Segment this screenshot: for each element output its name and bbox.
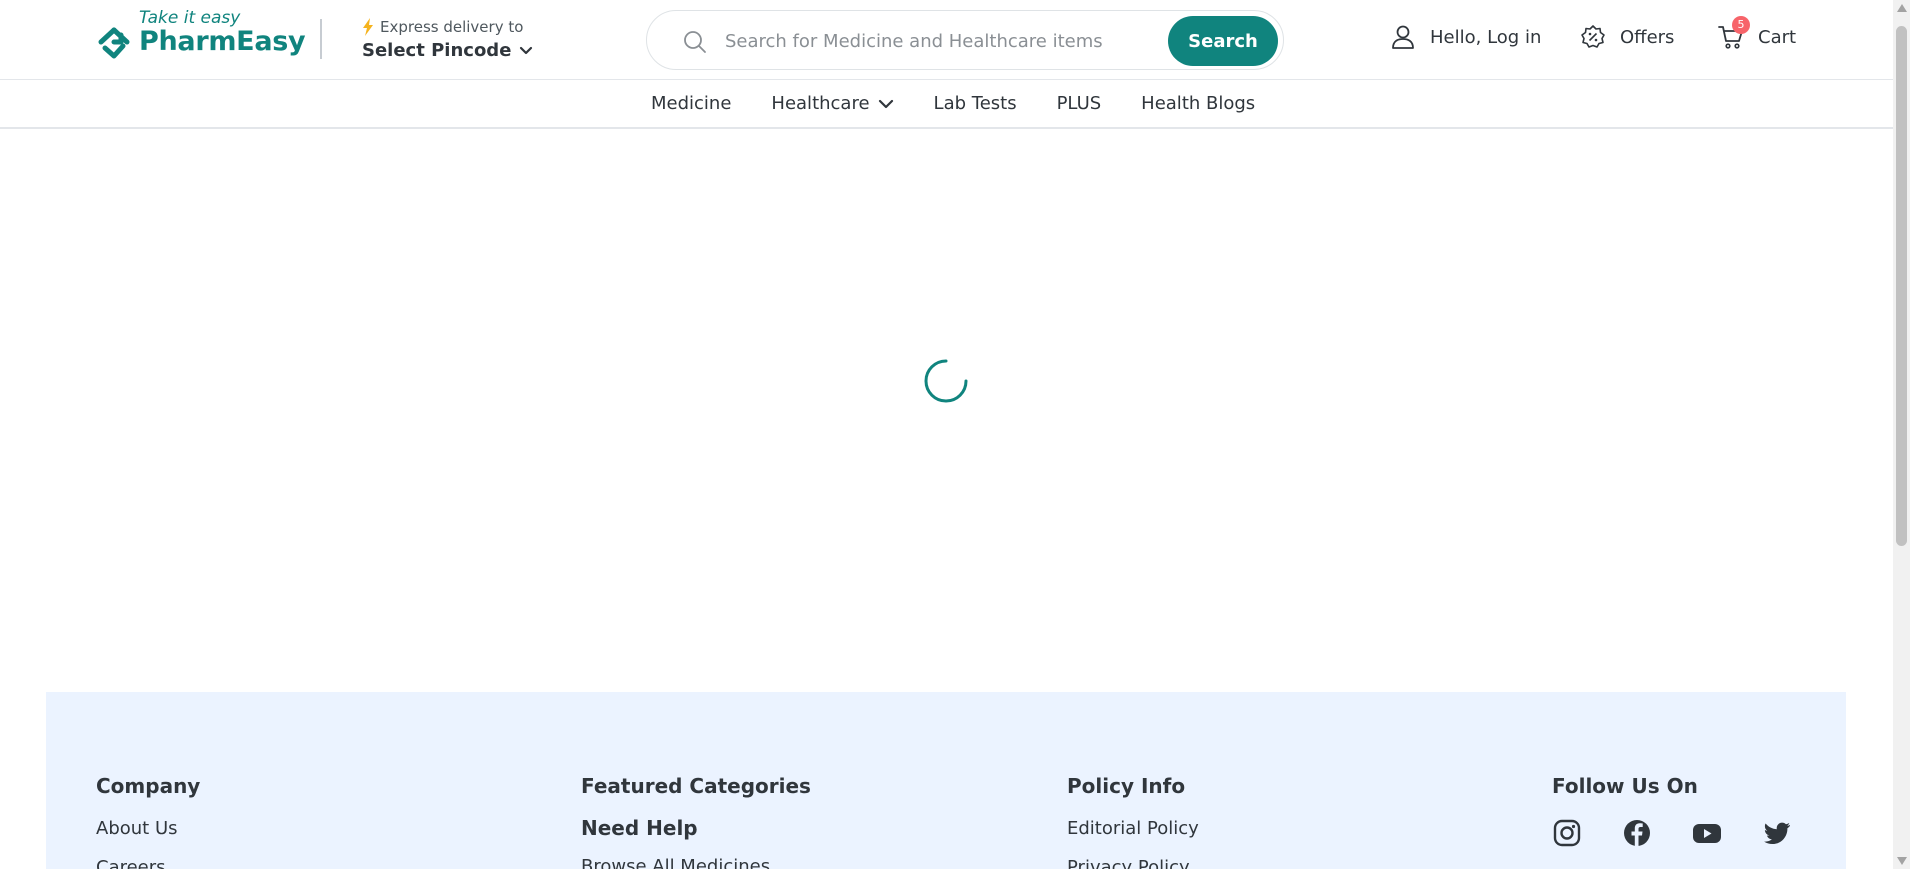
scroll-up-arrow-icon[interactable] [1897, 4, 1907, 12]
footer-heading[interactable]: Featured Categories [581, 774, 811, 798]
social-icons [1552, 818, 1792, 848]
scroll-thumb[interactable] [1896, 26, 1907, 546]
search-input[interactable] [725, 25, 1145, 57]
delivery-label: Express delivery to [380, 18, 524, 36]
nav-item-label: Medicine [651, 93, 732, 114]
footer-policy: Policy Info Editorial Policy Privacy Pol… [1067, 774, 1199, 869]
site-header: Take it easy PharmEasy Express delivery … [0, 0, 1893, 80]
pincode-label: Select Pincode [362, 40, 512, 61]
facebook-icon[interactable] [1622, 818, 1652, 848]
logo-tagline: Take it easy [139, 8, 241, 28]
logo-name: PharmEasy [139, 26, 306, 57]
nav-item-label: Lab Tests [933, 93, 1017, 114]
nav-items: Medicine Healthcare Lab Tests PLUS Healt… [651, 93, 1255, 114]
login-button[interactable]: Hello, Log in [1390, 24, 1541, 50]
youtube-icon[interactable] [1692, 818, 1722, 848]
user-icon [1392, 25, 1414, 49]
loading-spinner-icon [924, 359, 968, 403]
pharmeasy-logo[interactable]: Take it easy PharmEasy [95, 8, 306, 64]
nav-item-healthcare[interactable]: Healthcare [771, 93, 893, 114]
footer-heading: Company [96, 774, 201, 798]
footer-featured: Featured Categories Need Help Browse All… [581, 774, 811, 869]
site-footer: Company About Us Careers Featured Catego… [46, 692, 1846, 869]
footer-link-editorial-policy[interactable]: Editorial Policy [1067, 818, 1199, 839]
nav-item-medicine[interactable]: Medicine [651, 93, 731, 114]
cart-label: Cart [1758, 26, 1797, 48]
search-bar: Search [646, 10, 1284, 70]
bolt-icon [363, 18, 373, 36]
main-nav: Medicine Healthcare Lab Tests PLUS Healt… [0, 80, 1893, 129]
chevron-down-icon [520, 46, 533, 54]
delivery-selector[interactable]: Express delivery to Select Pincode [362, 18, 533, 61]
login-label: Hello, Log in [1430, 26, 1542, 48]
select-pincode-button[interactable]: Select Pincode [362, 40, 533, 61]
scroll-down-arrow-icon[interactable] [1897, 857, 1907, 865]
instagram-icon[interactable] [1552, 818, 1582, 848]
header-divider [320, 19, 322, 59]
offers-label: Offers [1620, 26, 1675, 48]
chevron-down-icon [878, 99, 893, 108]
nav-item-label: Healthcare [771, 93, 870, 114]
delivery-label-row: Express delivery to [362, 18, 533, 36]
footer-link-browse-medicines[interactable]: Browse All Medicines [581, 856, 811, 869]
footer-heading-need-help[interactable]: Need Help [581, 816, 811, 840]
cart-count-badge: 5 [1732, 16, 1750, 34]
logo-mark-icon [98, 27, 130, 59]
cart-icon-wrap: 5 [1718, 16, 1750, 50]
search-icon [684, 31, 706, 53]
offers-button[interactable]: Offers [1580, 24, 1674, 50]
footer-link-privacy-policy[interactable]: Privacy Policy [1067, 857, 1199, 869]
footer-follow: Follow Us On [1552, 774, 1792, 848]
footer-company: Company About Us Careers [96, 774, 200, 869]
footer-link-careers[interactable]: Careers [96, 857, 200, 869]
footer-heading: Follow Us On [1552, 774, 1698, 798]
footer-link-about-us[interactable]: About Us [96, 818, 200, 839]
twitter-icon[interactable] [1762, 818, 1792, 848]
nav-item-plus[interactable]: PLUS [1057, 93, 1102, 114]
nav-item-label: Health Blogs [1141, 93, 1256, 114]
nav-item-lab-tests[interactable]: Lab Tests [934, 93, 1017, 114]
offer-badge-icon [1581, 25, 1605, 48]
search-button[interactable]: Search [1168, 16, 1278, 66]
cart-button[interactable]: 5 Cart [1718, 16, 1797, 50]
page-scrollbar[interactable] [1893, 0, 1910, 869]
footer-heading: Policy Info [1067, 774, 1186, 798]
nav-item-label: PLUS [1056, 93, 1102, 114]
nav-item-health-blogs[interactable]: Health Blogs [1141, 93, 1255, 114]
